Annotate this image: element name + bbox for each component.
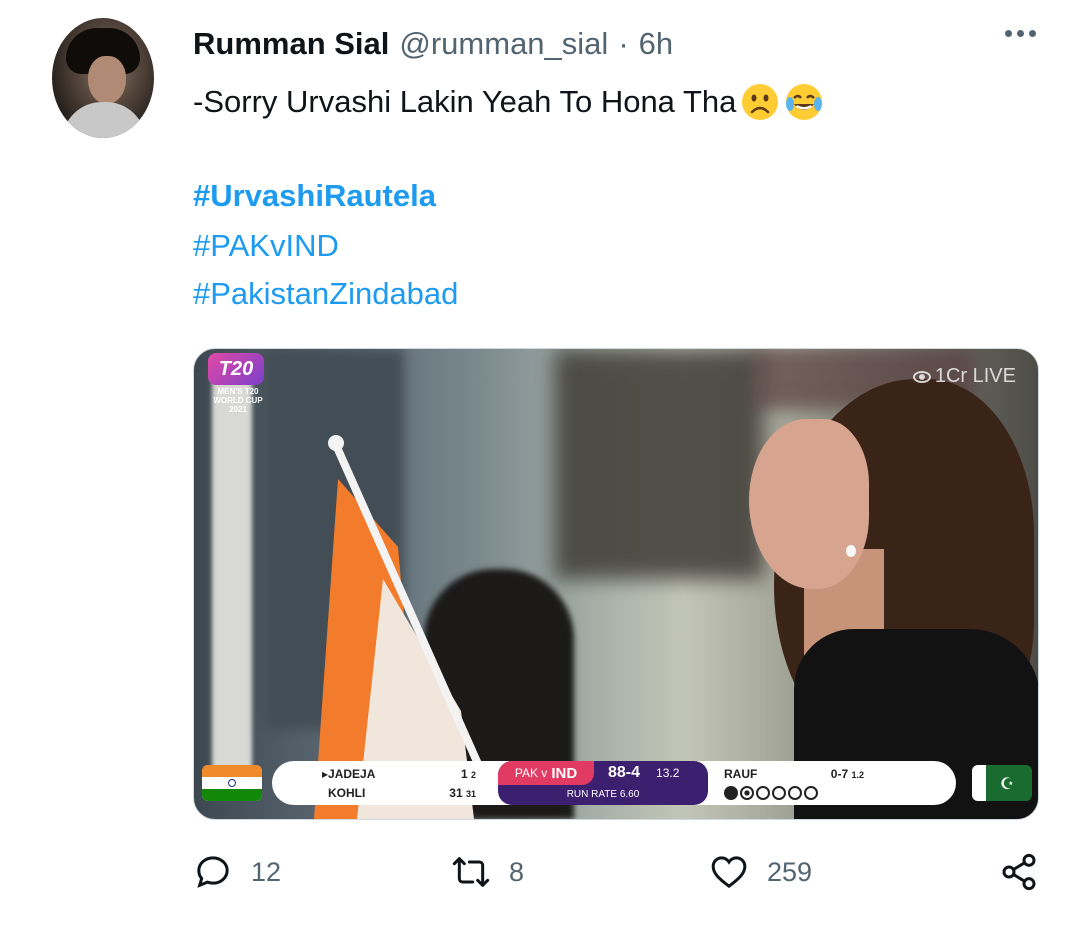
bowler-name: RAUF bbox=[724, 767, 758, 781]
tweet-text: -Sorry Urvashi Lakin Yeah To Hona Tha bbox=[193, 82, 824, 122]
timestamp[interactable]: 6h bbox=[639, 26, 673, 62]
avatar[interactable] bbox=[52, 18, 154, 138]
scoreboard-bar: ▸JADEJA 1 2 KOHLI 31 31 PAK v IND 88-4 1… bbox=[272, 761, 956, 805]
tears-of-joy-icon bbox=[786, 84, 823, 120]
batter-balls: 2 bbox=[470, 770, 476, 780]
more-options-icon[interactable] bbox=[1005, 30, 1036, 37]
bg-pillar bbox=[212, 369, 252, 789]
batter-balls: 31 bbox=[465, 789, 476, 799]
avatar-face bbox=[88, 56, 126, 104]
batter-row: ▸JADEJA 1 2 bbox=[322, 767, 476, 781]
scoreboard: ▸JADEJA 1 2 KOHLI 31 31 PAK v IND 88-4 1… bbox=[194, 759, 1038, 807]
avatar-body bbox=[62, 102, 146, 138]
team-score: 88-4 bbox=[608, 764, 641, 781]
share-button[interactable] bbox=[999, 852, 1039, 892]
pakistan-flag-icon: ☪ bbox=[972, 765, 1032, 801]
match-score: PAK v IND 88-4 13.2 RUN RATE 6.60 bbox=[498, 761, 708, 805]
run-rate: RUN RATE 6.60 bbox=[566, 789, 640, 800]
tweet-header: Rumman Sial @rumman_sial · 6h bbox=[193, 24, 673, 64]
frowning-face-icon bbox=[742, 84, 779, 120]
batting-team: IND bbox=[551, 764, 578, 782]
match-teams: PAK v IND bbox=[498, 761, 594, 785]
batter-row: KOHLI 31 31 bbox=[316, 784, 476, 803]
heart-icon bbox=[711, 856, 747, 889]
t20-world-cup-logo: T20 MEN'S T20 WORLD CUP 2021 bbox=[208, 353, 268, 431]
t20-logo-subtitle: MEN'S T20 WORLD CUP 2021 bbox=[213, 387, 263, 414]
batter-runs: 31 bbox=[449, 786, 463, 800]
reply-icon bbox=[197, 856, 229, 888]
woman-face bbox=[749, 419, 869, 589]
batter-runs: 1 bbox=[460, 767, 468, 781]
share-icon bbox=[1002, 853, 1036, 891]
batter-name: JADEJA bbox=[328, 767, 376, 781]
like-count: 259 bbox=[767, 856, 813, 887]
bowler: RAUF 0-7 1.2 bbox=[724, 765, 864, 800]
reply-count: 12 bbox=[251, 856, 282, 887]
batter-name: KOHLI bbox=[328, 786, 366, 800]
flag-pole-knob bbox=[328, 435, 344, 451]
tweet-text-content: -Sorry Urvashi Lakin Yeah To Hona Tha bbox=[193, 84, 737, 119]
match-label: PAK v bbox=[514, 766, 548, 780]
t20-logo-mark: T20 bbox=[208, 353, 264, 385]
hashtag-pakistanzindabad[interactable]: #PakistanZindabad bbox=[193, 274, 458, 314]
retweet-icon bbox=[452, 857, 490, 887]
tweet-actions: 12 8 259 bbox=[193, 852, 1039, 902]
author-handle[interactable]: @rumman_sial bbox=[399, 26, 608, 62]
separator: · bbox=[618, 26, 629, 61]
live-viewers-badge: 1Cr LIVE bbox=[912, 365, 1016, 388]
eye-icon bbox=[912, 370, 931, 383]
hashtag-pakvind[interactable]: #PAKvIND bbox=[193, 226, 339, 266]
overs: 13.2 bbox=[656, 766, 680, 780]
earring bbox=[846, 545, 856, 557]
tweet-media-image[interactable]: T20 MEN'S T20 WORLD CUP 2021 1Cr LIVE ▸J… bbox=[193, 348, 1039, 820]
over-balls bbox=[724, 786, 864, 800]
bowler-figures: 0-7 bbox=[830, 767, 849, 781]
reply-button[interactable]: 12 bbox=[193, 852, 281, 892]
live-viewers-text: 1Cr LIVE bbox=[934, 365, 1016, 387]
bg-shape bbox=[554, 349, 764, 579]
batters: ▸JADEJA 1 2 KOHLI 31 31 bbox=[316, 765, 476, 803]
author-name[interactable]: Rumman Sial bbox=[193, 26, 389, 62]
hashtag-urvashirautela[interactable]: #UrvashiRautela bbox=[193, 176, 436, 216]
bowler-overs: 1.2 bbox=[851, 770, 864, 780]
retweet-count: 8 bbox=[509, 856, 525, 887]
like-button[interactable]: 259 bbox=[709, 852, 812, 892]
india-flag-icon bbox=[202, 765, 262, 801]
retweet-button[interactable]: 8 bbox=[451, 852, 524, 892]
